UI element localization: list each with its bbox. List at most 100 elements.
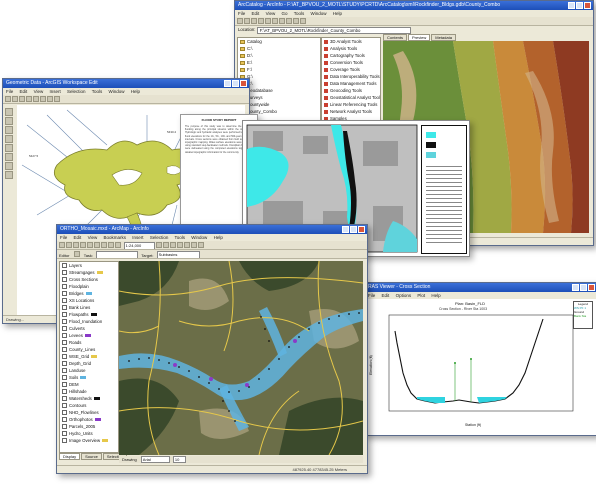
toc-layer-item[interactable]: Flowpaths xyxy=(60,311,118,318)
menu-view[interactable]: View xyxy=(266,11,276,16)
menu-selection[interactable]: Selection xyxy=(150,235,169,240)
close-icon[interactable] xyxy=(584,2,591,9)
print-icon[interactable] xyxy=(26,96,32,102)
layer-checkbox-icon[interactable] xyxy=(62,361,67,367)
catalog-tree-item[interactable]: H:\ xyxy=(238,80,320,87)
profile-titlebar[interactable]: RAS Viewer - Cross Section xyxy=(365,283,596,292)
menu-help[interactable]: Help xyxy=(214,235,223,240)
menu-edit[interactable]: Edit xyxy=(20,89,28,94)
menu-edit[interactable]: Edit xyxy=(382,293,390,298)
layer-checkbox-icon[interactable] xyxy=(62,319,67,325)
menu-edit[interactable]: Edit xyxy=(252,11,260,16)
menu-help[interactable]: Help xyxy=(333,11,342,16)
menu-selection[interactable]: Selection xyxy=(67,89,86,94)
toolbox-item[interactable]: Geostatistical Analyst Tools xyxy=(322,94,380,101)
minimize-icon[interactable] xyxy=(568,2,575,9)
menu-view[interactable]: View xyxy=(34,89,44,94)
up-folder-icon[interactable] xyxy=(237,18,243,24)
toolbox-item[interactable]: Geocoding Tools xyxy=(322,87,380,94)
layer-checkbox-icon[interactable] xyxy=(62,424,67,430)
layer-checkbox-icon[interactable] xyxy=(62,312,67,318)
measure-icon[interactable] xyxy=(198,242,205,248)
editor-menu[interactable]: Editor xyxy=(59,253,69,258)
catalog-tree-item[interactable]: D:\ xyxy=(238,52,320,59)
cut-icon[interactable] xyxy=(87,242,93,248)
toc-layer-item[interactable]: Image Overview xyxy=(60,437,118,444)
toc-layer-item[interactable]: Soils xyxy=(60,374,118,381)
toolbox-item[interactable]: Network Analyst Tools xyxy=(322,108,380,115)
toc-layer-item[interactable]: Bank Lines xyxy=(60,304,118,311)
find-icon[interactable] xyxy=(191,242,198,248)
menu-window[interactable]: Window xyxy=(191,235,207,240)
menu-file[interactable]: File xyxy=(238,11,245,16)
close-icon[interactable] xyxy=(240,80,247,87)
toolbox-item[interactable]: Analysis Tools xyxy=(322,45,380,52)
tab-preview[interactable]: Preview xyxy=(408,34,431,41)
location-input[interactable]: F:\AT_BPVOU_2_MOTL\Rockfinder_County_Com… xyxy=(256,27,411,34)
menu-tools[interactable]: Tools xyxy=(294,11,305,16)
arcmap-titlebar[interactable]: ORTHO_Mosaic.mxd - ArcMap - ArcInfo xyxy=(57,225,367,234)
tab-metadata[interactable]: Metadata xyxy=(431,34,456,41)
maximize-icon[interactable] xyxy=(350,226,357,233)
layer-checkbox-icon[interactable] xyxy=(62,410,67,416)
zoom-in-icon[interactable] xyxy=(33,96,39,102)
label-tool-icon[interactable] xyxy=(5,171,13,179)
pan-icon[interactable] xyxy=(47,96,53,102)
layer-checkbox-icon[interactable] xyxy=(62,382,67,388)
layer-checkbox-icon[interactable] xyxy=(62,368,67,374)
catalog-tree-item[interactable]: E:\ xyxy=(238,59,320,66)
toc-layer-item[interactable]: XS Locations xyxy=(60,297,118,304)
tab-display[interactable]: Display xyxy=(59,453,81,460)
toc-layer-item[interactable]: Parcels_2005 xyxy=(60,423,118,430)
split-tool-icon[interactable] xyxy=(5,144,13,152)
maximize-icon[interactable] xyxy=(580,284,587,291)
toc-layer-item[interactable]: Cross Sections xyxy=(60,276,118,283)
drawing-menu[interactable]: Drawing xyxy=(122,457,137,462)
menu-file[interactable]: File xyxy=(6,89,13,94)
menu-help[interactable]: Help xyxy=(131,89,140,94)
save-icon[interactable] xyxy=(19,96,25,102)
pan-icon[interactable] xyxy=(170,242,177,248)
menu-file[interactable]: File xyxy=(368,293,375,298)
menu-bookmarks[interactable]: Bookmarks xyxy=(104,235,127,240)
menu-file[interactable]: File xyxy=(60,235,67,240)
layer-checkbox-icon[interactable] xyxy=(62,438,67,444)
details-icon[interactable] xyxy=(279,18,285,24)
toc-layer-item[interactable]: WSE_Grid xyxy=(60,353,118,360)
toolbox-item[interactable]: Data Interoperability Tools xyxy=(322,73,380,80)
list-icon[interactable] xyxy=(272,18,278,24)
layer-checkbox-icon[interactable] xyxy=(62,305,67,311)
menu-insert[interactable]: Insert xyxy=(132,235,143,240)
save-icon[interactable] xyxy=(73,242,79,248)
maximize-icon[interactable] xyxy=(576,2,583,9)
catalog-tree-item[interactable]: Surveys xyxy=(238,94,320,101)
close-icon[interactable] xyxy=(358,226,365,233)
catalog-titlebar[interactable]: ArcCatalog - ArcInfo - F:\AT_BPVOU_2_MOT… xyxy=(235,1,593,10)
layer-checkbox-icon[interactable] xyxy=(62,354,67,360)
catalog-tree-item[interactable]: Countywide xyxy=(238,101,320,108)
zoom-out-icon[interactable] xyxy=(163,242,170,248)
large-icons-icon[interactable] xyxy=(265,18,271,24)
toolbox-item[interactable]: Data Management Tools xyxy=(322,80,380,87)
new-icon[interactable] xyxy=(5,96,11,102)
toc-layer-item[interactable]: DEM xyxy=(60,381,118,388)
tab-source[interactable]: Source xyxy=(81,453,102,460)
toolbox-item[interactable]: Cartography Tools xyxy=(322,52,380,59)
layer-checkbox-icon[interactable] xyxy=(62,431,67,437)
catalog-tree-item[interactable]: F:\ xyxy=(238,66,320,73)
toc-layer-item[interactable]: NHD_Flowlines xyxy=(60,409,118,416)
toc-layer-item[interactable]: Watersheds xyxy=(60,395,118,402)
menu-tools[interactable]: Tools xyxy=(92,89,103,94)
rotate-tool-icon[interactable] xyxy=(5,153,13,161)
toc-layer-item[interactable]: Bridges xyxy=(60,290,118,297)
menu-window[interactable]: Window xyxy=(109,89,125,94)
layer-checkbox-icon[interactable] xyxy=(62,263,67,269)
toc-layer-item[interactable]: County_Lines xyxy=(60,346,118,353)
menu-window[interactable]: Window xyxy=(310,11,326,16)
edit-tool-icon[interactable] xyxy=(5,117,13,125)
menu-go[interactable]: Go xyxy=(282,11,288,16)
menu-options[interactable]: Options xyxy=(396,293,412,298)
sketch-tool-icon[interactable] xyxy=(5,126,13,134)
task-dropdown[interactable] xyxy=(96,251,139,258)
scale-dropdown[interactable]: 1:24,000 xyxy=(123,242,155,249)
